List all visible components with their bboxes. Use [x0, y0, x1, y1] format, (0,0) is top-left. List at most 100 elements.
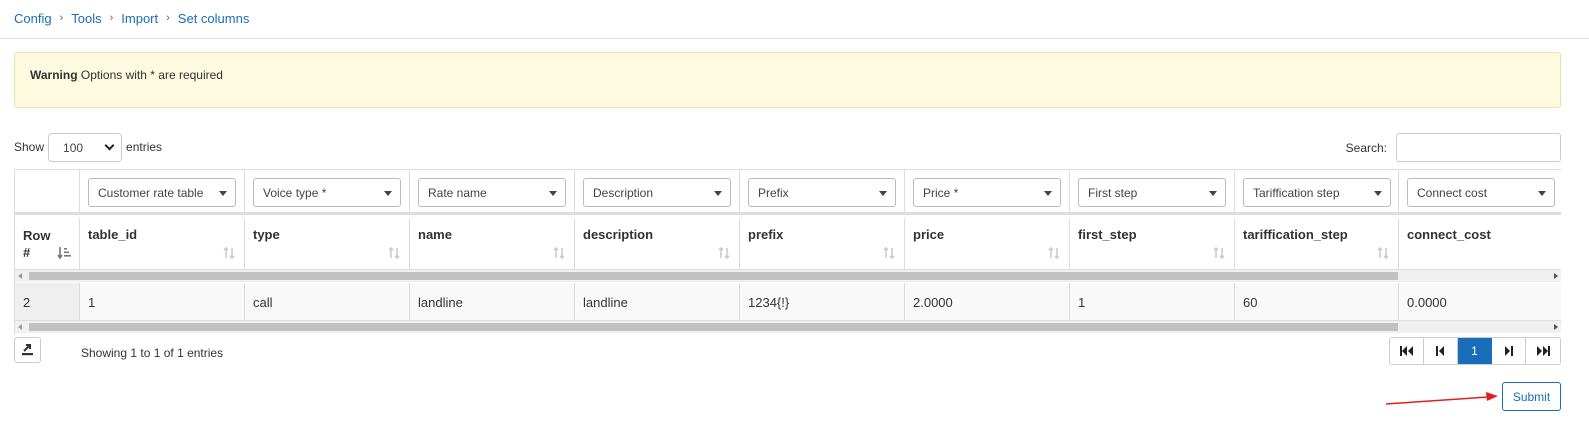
sort-icon	[883, 246, 895, 260]
cell-row-number: 2	[15, 283, 80, 320]
header-prefix[interactable]: prefix	[740, 218, 905, 269]
first-page-button[interactable]	[1390, 338, 1424, 364]
table-header-row: Row # table_id type name description pre…	[15, 218, 1561, 270]
select-value: Description	[593, 186, 654, 200]
select-cell: Connect cost	[1399, 170, 1561, 212]
scroll-left-icon[interactable]	[18, 324, 22, 330]
header-type[interactable]: type	[245, 218, 410, 269]
select-value: Voice type *	[263, 186, 327, 200]
select-value: Customer rate table	[98, 186, 204, 200]
previous-page-button[interactable]	[1424, 338, 1458, 364]
scrollbar-thumb[interactable]	[29, 272, 1398, 280]
cell-table-id: 1	[80, 283, 245, 320]
select-cell: First step	[1070, 170, 1235, 212]
select-value: Price *	[923, 186, 959, 200]
column-select-description[interactable]: Description	[583, 178, 731, 207]
page-length-select[interactable]: 100	[48, 132, 123, 162]
breadcrumb-import[interactable]: Import	[121, 11, 158, 26]
scroll-left-icon[interactable]	[18, 273, 22, 279]
scrollbar-thumb[interactable]	[29, 323, 1398, 331]
length-control: Show 100 entries	[14, 132, 162, 162]
header-price[interactable]: price	[905, 218, 1070, 269]
column-select-first-step[interactable]: First step	[1078, 178, 1226, 207]
select-cell: Voice type *	[245, 170, 410, 212]
chevron-right-icon: ›	[166, 12, 170, 24]
caret-down-icon	[219, 191, 227, 196]
cell-connect-cost: 0.0000	[1407, 295, 1447, 310]
next-page-icon	[1505, 346, 1513, 356]
header-table-id[interactable]: table_id	[80, 218, 245, 269]
scroll-right-icon[interactable]	[1554, 273, 1558, 279]
cell-prefix: 1234{!}	[740, 283, 905, 320]
header-first-step[interactable]: first_step	[1070, 218, 1235, 269]
cell-price: 2.0000	[905, 283, 1070, 320]
header-label: price	[913, 227, 945, 242]
export-icon	[22, 344, 33, 356]
pagination: 1	[1389, 337, 1561, 365]
last-page-button[interactable]	[1526, 338, 1560, 364]
select-value: Connect cost	[1417, 186, 1488, 200]
header-label: description	[583, 227, 654, 242]
annotation-arrow-icon	[1385, 392, 1498, 405]
scroll-right-icon[interactable]	[1554, 324, 1558, 330]
caret-down-icon	[879, 191, 887, 196]
header-name[interactable]: name	[410, 218, 575, 269]
column-select-price[interactable]: Price *	[913, 178, 1061, 207]
column-select-customer-rate-table[interactable]: Customer rate table	[88, 178, 236, 207]
caret-down-icon	[1538, 191, 1546, 196]
select-value: First step	[1088, 186, 1138, 200]
caret-down-icon	[1209, 191, 1217, 196]
show-label: Show	[14, 140, 45, 154]
column-select-tariffication-step[interactable]: Tariffication step	[1243, 178, 1391, 207]
chevron-right-icon: ›	[109, 12, 114, 24]
header-tariffication-step[interactable]: tariffication_step	[1235, 218, 1399, 269]
column-select-voice-type[interactable]: Voice type *	[253, 178, 401, 207]
page-length-value: 100	[63, 140, 84, 155]
page-1-button[interactable]: 1	[1458, 338, 1492, 364]
alert-title: Warning	[30, 68, 78, 82]
select-cell: Prefix	[740, 170, 905, 212]
cell-tariffication-step: 60	[1235, 283, 1399, 320]
select-cell-empty	[15, 170, 80, 212]
select-cell: Rate name	[410, 170, 575, 212]
horizontal-scrollbar-bottom[interactable]	[15, 321, 1561, 333]
header-label: tariffication_step	[1243, 227, 1348, 242]
select-value: Tariffication step	[1253, 186, 1340, 200]
sort-icon	[1213, 246, 1225, 260]
first-page-icon	[1399, 346, 1413, 356]
sort-icon	[718, 246, 730, 260]
select-cell: Price *	[905, 170, 1070, 212]
header-label: name	[418, 227, 452, 242]
header-description[interactable]: description	[575, 218, 740, 269]
header-connect-cost[interactable]: connect_cost	[1399, 218, 1561, 269]
breadcrumb-set-columns[interactable]: Set columns	[178, 11, 250, 26]
column-mapping-row: Customer rate table Voice type * Rate na…	[15, 169, 1561, 215]
column-select-connect-cost[interactable]: Connect cost	[1407, 178, 1555, 207]
submit-button[interactable]: Submit	[1502, 382, 1561, 411]
header-label: prefix	[748, 227, 784, 242]
breadcrumb-tools[interactable]: Tools	[71, 11, 101, 26]
cell-name: landline	[410, 283, 575, 320]
header-label: type	[253, 227, 280, 242]
next-page-button[interactable]	[1492, 338, 1526, 364]
sort-icon	[388, 246, 400, 260]
caret-down-icon	[384, 191, 392, 196]
caret-down-icon	[549, 191, 557, 196]
horizontal-scrollbar-top[interactable]	[15, 270, 1561, 282]
column-select-prefix[interactable]: Prefix	[748, 178, 896, 207]
breadcrumb-config[interactable]: Config	[14, 11, 52, 26]
caret-down-icon	[714, 191, 722, 196]
export-button[interactable]	[14, 337, 41, 363]
sort-icon	[1048, 246, 1060, 260]
caret-down-icon	[1044, 191, 1052, 196]
import-table: Customer rate table Voice type * Rate na…	[14, 169, 1561, 335]
search-input[interactable]	[1396, 133, 1561, 162]
sort-icon	[1377, 246, 1389, 260]
select-value: Rate name	[428, 186, 487, 200]
search-label: Search:	[1345, 140, 1387, 155]
header-row-number[interactable]: Row #	[15, 218, 80, 269]
column-select-rate-name[interactable]: Rate name	[418, 178, 566, 207]
sort-icon	[553, 246, 565, 260]
header-label: connect_cost	[1407, 227, 1491, 242]
select-cell: Customer rate table	[80, 170, 245, 212]
